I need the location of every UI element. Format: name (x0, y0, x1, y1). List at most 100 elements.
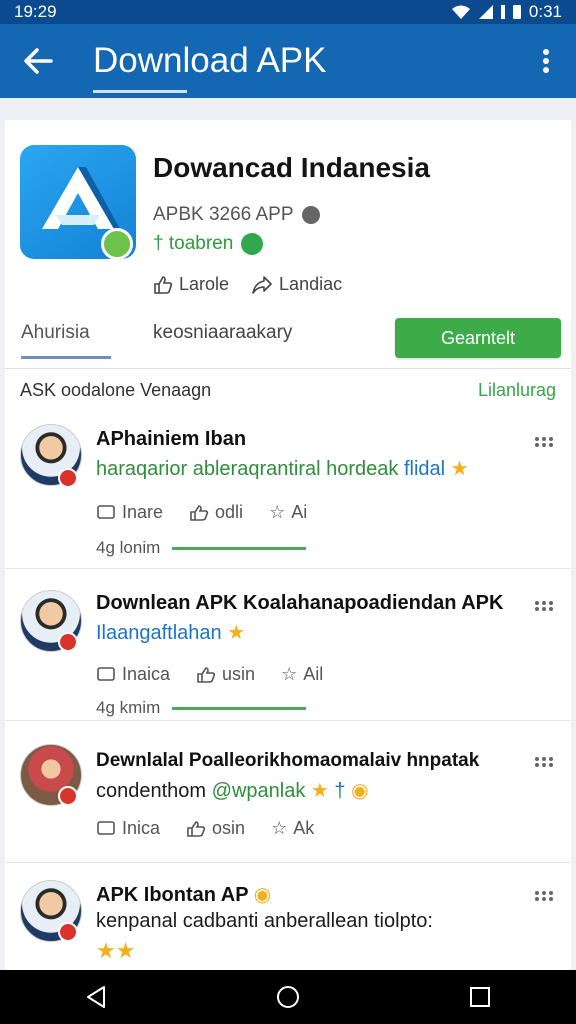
check-circle-icon (241, 233, 264, 255)
back-button[interactable] (0, 24, 76, 98)
post-title: APhainiem Iban (96, 428, 247, 450)
progress-fill (172, 546, 307, 550)
star-icon: ★★ (96, 938, 136, 963)
more-dots-icon (535, 891, 553, 901)
comment-icon (97, 666, 115, 681)
thumbs-up-icon (190, 504, 209, 521)
like-label: osin (212, 818, 246, 838)
post-body-text: haraqarior ableraqrantiral hordeak (96, 458, 399, 480)
post-title-text: APK Ibontan AP (96, 884, 249, 906)
post-title: Dewnlalal Poalleorikhomaomalaiv hnpatak (96, 750, 480, 771)
favorite-button[interactable]: ☆ Ai (269, 502, 307, 523)
tab-bar: Ahurisia keosniaaraakary Gearntelt (5, 318, 571, 369)
chat-bubble-icon (101, 228, 133, 260)
more-dots-icon (535, 437, 553, 447)
signal-icon (478, 5, 493, 19)
section-heading: ASK oodalone Venaagn (20, 380, 212, 400)
post-item: Downlean APK Koalahanapoadiendan APK Ila… (5, 568, 571, 721)
post-body: Ilaangaftlahan ★ (96, 620, 536, 645)
star-outline-icon: ☆ (271, 818, 288, 838)
star-icon: ★ (450, 458, 469, 480)
page-title: Download APK (76, 41, 516, 93)
badge-icon: ◉ (351, 780, 369, 802)
progress-label: 4g lonim (96, 538, 161, 557)
status-bar: 19:29 0:31 (0, 0, 576, 24)
post-rating: ★★ (96, 938, 536, 964)
favorite-button[interactable]: ☆ Ail (281, 664, 323, 685)
like-button[interactable]: osin (186, 818, 245, 839)
star-outline-icon: ☆ (269, 502, 286, 522)
favorite-label: Ai (291, 502, 308, 522)
comment-button[interactable]: Inaica (96, 664, 170, 685)
download-button[interactable]: Gearntelt (395, 318, 561, 358)
arrow-left-icon (24, 48, 53, 74)
post-item: Dewnlalal Poalleorikhomaomalaiv hnpatak … (5, 720, 571, 863)
thumbs-up-icon (187, 820, 206, 837)
like-button[interactable]: odli (189, 502, 243, 523)
nav-recents-button[interactable] (450, 970, 510, 1024)
triangle-back-icon (87, 986, 105, 1008)
app-developer[interactable]: † toabren (153, 233, 264, 255)
app-bar: Download APK (0, 24, 576, 98)
circle-home-icon (277, 986, 299, 1008)
overflow-menu-button[interactable] (516, 24, 576, 98)
post-more-button[interactable] (532, 432, 556, 452)
section-link[interactable]: Lilanlurag (478, 380, 556, 401)
like-label: usin (222, 664, 256, 684)
post-body-text: kenpanal cadbanti anberallean tiolpto: (96, 910, 433, 932)
comment-label: Inica (122, 818, 161, 838)
navigation-bar (0, 970, 576, 1024)
post-title: Downlean APK Koalahanapoadiendan APK (96, 592, 504, 614)
favorite-label: Ak (293, 818, 315, 838)
post-more-button[interactable] (532, 596, 556, 616)
star-icon: ★ (310, 780, 329, 802)
app-card: Dowancad Indanesia APBK 3266 APP † toabr… (5, 120, 571, 970)
progress-fill (172, 706, 307, 710)
comment-label: Inare (122, 502, 164, 522)
thumbs-up-icon (154, 275, 173, 294)
like-label: Larole (179, 274, 230, 294)
tab-second[interactable]: keosniaaraakary (153, 322, 292, 344)
app-name: Dowancad Indanesia (153, 152, 430, 183)
share-icon (252, 275, 272, 294)
like-button[interactable]: usin (196, 664, 255, 685)
more-dots-icon (535, 757, 553, 767)
more-dots-icon (535, 601, 553, 611)
post-body-highlight[interactable]: @wpanlak (212, 780, 306, 802)
star-icon: ★ (227, 622, 246, 644)
post-body-highlight[interactable]: flidal (404, 458, 445, 480)
comment-icon (97, 504, 115, 519)
square-recents-icon (470, 987, 490, 1007)
favorite-button[interactable]: ☆ Ak (271, 818, 314, 839)
post-body-text: condenthom (96, 780, 207, 802)
comment-icon (97, 820, 115, 835)
favorite-label: Ail (303, 664, 324, 684)
post-more-button[interactable] (532, 886, 556, 906)
comment-button[interactable]: Inare (96, 502, 163, 523)
badge-icon: ◉ (253, 884, 272, 906)
post-item: APK Ibontan AP ◉ kenpanal cadbanti anber… (5, 862, 571, 970)
post-more-button[interactable] (532, 752, 556, 772)
download-progress: 4g lonim (96, 538, 307, 558)
signal-bars-icon (500, 5, 505, 19)
avatar-badge-icon (58, 922, 78, 942)
status-time: 19:29 (14, 2, 57, 21)
post-actions: Inica osin ☆ Ak (96, 818, 314, 839)
app-actions: Larole Landiac (153, 274, 342, 295)
progress-track (172, 706, 307, 710)
post-body-highlight[interactable]: Ilaangaftlahan (96, 622, 222, 644)
progress-label: 4g kmim (96, 698, 161, 717)
app-subtitle-text: APBK 3266 APP (153, 204, 294, 225)
post-body: haraqarior ableraqrantiral hordeak flida… (96, 456, 536, 481)
nav-home-button[interactable] (258, 970, 318, 1024)
screen: 19:29 0:31 Download APK Dowancad Indanes… (0, 0, 576, 1024)
share-button[interactable]: Landiac (251, 274, 342, 295)
tab-first[interactable]: Ahurisia (21, 322, 90, 344)
like-button[interactable]: Larole (153, 274, 229, 295)
thumbs-up-icon (197, 666, 216, 683)
status-clock: 0:31 (528, 2, 562, 21)
comment-button[interactable]: Inica (96, 818, 160, 839)
nav-back-button[interactable] (66, 970, 126, 1024)
share-label: Landiac (279, 274, 343, 294)
post-title: APK Ibontan AP ◉ (96, 882, 271, 907)
